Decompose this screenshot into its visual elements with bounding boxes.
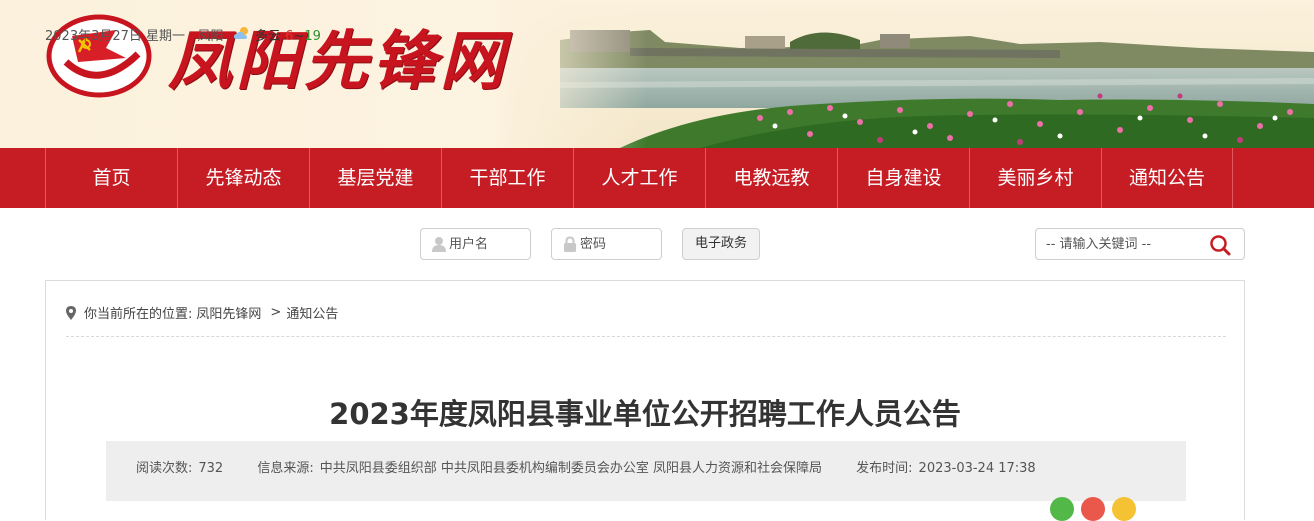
nav-item-grassroots-party[interactable]: 基层党建 bbox=[309, 148, 441, 208]
weather-display: 多云 6~19 bbox=[255, 25, 321, 44]
password-field[interactable] bbox=[551, 228, 662, 260]
source-label: 信息来源: bbox=[257, 461, 314, 476]
main-nav: 首页 先锋动态 基层党建 干部工作 人才工作 电教远教 自身建设 美丽乡村 通知… bbox=[0, 148, 1314, 208]
share-qzone-icon[interactable] bbox=[1112, 497, 1136, 521]
header-banner: 凤阳先锋网 bbox=[0, 0, 1314, 148]
share-weibo-icon[interactable] bbox=[1081, 497, 1105, 521]
weather-condition: 多云 bbox=[255, 29, 282, 44]
breadcrumb-home-link[interactable]: 凤阳先锋网 bbox=[196, 303, 261, 322]
temp-high: 19 bbox=[304, 29, 321, 44]
source-text: 中共凤阳县委组织部 中共凤阳县委机构编制委员会办公室 凤阳县人力资源和社会保障局 bbox=[319, 461, 823, 476]
password-input[interactable] bbox=[580, 234, 656, 254]
nav-item-pioneer-news[interactable]: 先锋动态 bbox=[177, 148, 309, 208]
nav-item-distance-education[interactable]: 电教远教 bbox=[705, 148, 837, 208]
nav-item-beautiful-village[interactable]: 美丽乡村 bbox=[969, 148, 1101, 208]
breadcrumb-separator: > bbox=[270, 305, 282, 320]
search-input[interactable] bbox=[1046, 234, 1206, 254]
views-count: 732 bbox=[198, 461, 224, 476]
breadcrumb: 你当前所在的位置: 凤阳先锋网 > 通知公告 bbox=[66, 303, 342, 322]
nav-item-self-building[interactable]: 自身建设 bbox=[837, 148, 969, 208]
nav-item-home[interactable]: 首页 bbox=[45, 148, 177, 208]
nav-item-cadre-work[interactable]: 干部工作 bbox=[441, 148, 573, 208]
search-box bbox=[1035, 228, 1245, 260]
views-label: 阅读次数: bbox=[136, 461, 193, 476]
search-icon[interactable] bbox=[1208, 233, 1232, 257]
user-icon bbox=[432, 237, 446, 252]
date-text: 2023年3月27日 星期一 bbox=[45, 29, 186, 44]
published-label: 发布时间: bbox=[856, 461, 913, 476]
site-title: 凤阳先锋网 bbox=[168, 24, 508, 99]
temp-separator: ~ bbox=[293, 29, 305, 44]
share-wechat-icon[interactable] bbox=[1050, 497, 1074, 521]
cloud-sun-icon bbox=[234, 27, 248, 39]
breadcrumb-current-link[interactable]: 通知公告 bbox=[286, 303, 338, 322]
breadcrumb-prefix: 你当前所在的位置: bbox=[84, 307, 193, 322]
lock-icon bbox=[564, 236, 576, 252]
city-text: 凤阳 bbox=[197, 29, 224, 44]
published-time: 2023-03-24 17:38 bbox=[918, 461, 1036, 476]
username-field[interactable] bbox=[420, 228, 531, 260]
date-display: 2023年3月27日 星期一 凤阳 bbox=[45, 25, 223, 44]
divider bbox=[66, 336, 1226, 337]
e-government-button[interactable]: 电子政务 bbox=[682, 228, 760, 260]
article-panel: 你当前所在的位置: 凤阳先锋网 > 通知公告 2023年度凤阳县事业单位公开招聘… bbox=[45, 280, 1245, 521]
article-title: 2023年度凤阳县事业单位公开招聘工作人员公告 bbox=[329, 397, 961, 431]
landscape-banner-image bbox=[500, 0, 1314, 148]
username-input[interactable] bbox=[449, 234, 525, 254]
location-pin-icon bbox=[66, 305, 76, 320]
article-meta: 阅读次数: 732 信息来源: 中共凤阳县委组织部 中共凤阳县委机构编制委员会办公室… bbox=[106, 441, 1186, 501]
nav-item-talent-work[interactable]: 人才工作 bbox=[573, 148, 705, 208]
nav-item-notices[interactable]: 通知公告 bbox=[1101, 148, 1233, 208]
